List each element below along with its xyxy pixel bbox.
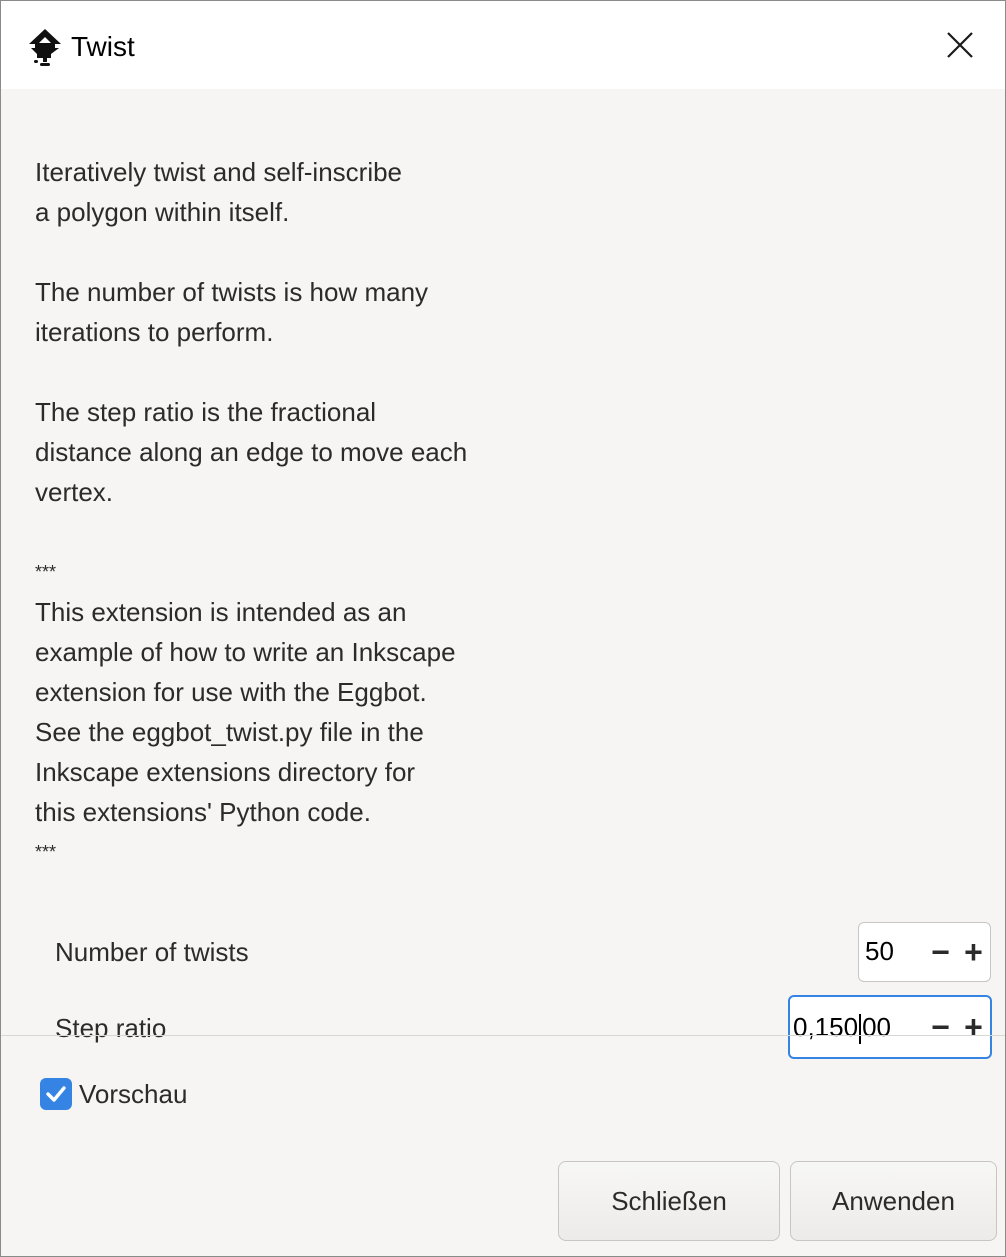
step-ratio-increment-button[interactable]: +: [957, 997, 990, 1057]
description-line: [35, 512, 735, 552]
extension-description: Iteratively twist and self-inscribe a po…: [35, 152, 735, 872]
inkscape-logo-icon: [25, 27, 65, 67]
description-line: Inkscape extensions directory for: [35, 757, 416, 787]
param-row-twists: Number of twists 50 − +: [1, 921, 1005, 983]
description-line: See the eggbot_twist.py file in the: [35, 717, 424, 747]
twists-input[interactable]: 50: [859, 923, 924, 981]
twists-label: Number of twists: [55, 937, 249, 967]
description-line: Iteratively twist and self-inscribe: [35, 157, 403, 187]
param-row-step-ratio: Step ratio 0,150 00 − +: [1, 995, 1005, 1059]
twist-dialog: Twist Iteratively twist and self-inscrib…: [0, 0, 1006, 1257]
close-button[interactable]: [915, 1, 1005, 89]
text-caret: [859, 1014, 862, 1045]
description-line: example of how to write an Inkscape: [35, 637, 456, 667]
description-line: [35, 232, 735, 272]
description-line: a polygon within itself.: [35, 197, 290, 227]
description-line: iterations to perform.: [35, 317, 274, 347]
preview-checkbox[interactable]: [40, 1078, 72, 1110]
divider: [1, 1035, 1005, 1036]
checkmark-icon: [46, 1086, 66, 1102]
description-separator: ***: [35, 562, 57, 582]
description-separator: ***: [35, 842, 57, 862]
preview-label[interactable]: Vorschau: [79, 1074, 187, 1114]
step-ratio-value-end: 00: [862, 1012, 891, 1042]
description-line: The step ratio is the fractional: [35, 397, 377, 427]
step-ratio-value-start: 0,150: [793, 1012, 859, 1042]
twists-increment-button[interactable]: +: [957, 923, 990, 981]
step-ratio-spinbutton: 0,150 00 − +: [788, 995, 992, 1059]
description-line: this extensions' Python code.: [35, 797, 371, 827]
step-ratio-decrement-button[interactable]: −: [924, 997, 957, 1057]
twists-spinbutton: 50 − +: [858, 922, 991, 982]
description-line: extension for use with the Eggbot.: [35, 677, 427, 707]
title-bar: Twist: [1, 1, 1005, 89]
step-ratio-label: Step ratio: [55, 1013, 167, 1043]
step-ratio-input[interactable]: 0,150 00: [790, 997, 924, 1057]
description-line: The number of twists is how many: [35, 277, 429, 307]
window-title: Twist: [71, 31, 135, 62]
apply-button[interactable]: Anwenden: [790, 1161, 997, 1241]
close-icon: [947, 32, 973, 58]
close-dialog-button[interactable]: Schließen: [558, 1161, 780, 1241]
description-line: distance along an edge to move each: [35, 437, 468, 467]
description-line: vertex.: [35, 477, 114, 507]
description-line: [35, 352, 735, 392]
description-line: This extension is intended as an: [35, 597, 407, 627]
twists-decrement-button[interactable]: −: [924, 923, 957, 981]
